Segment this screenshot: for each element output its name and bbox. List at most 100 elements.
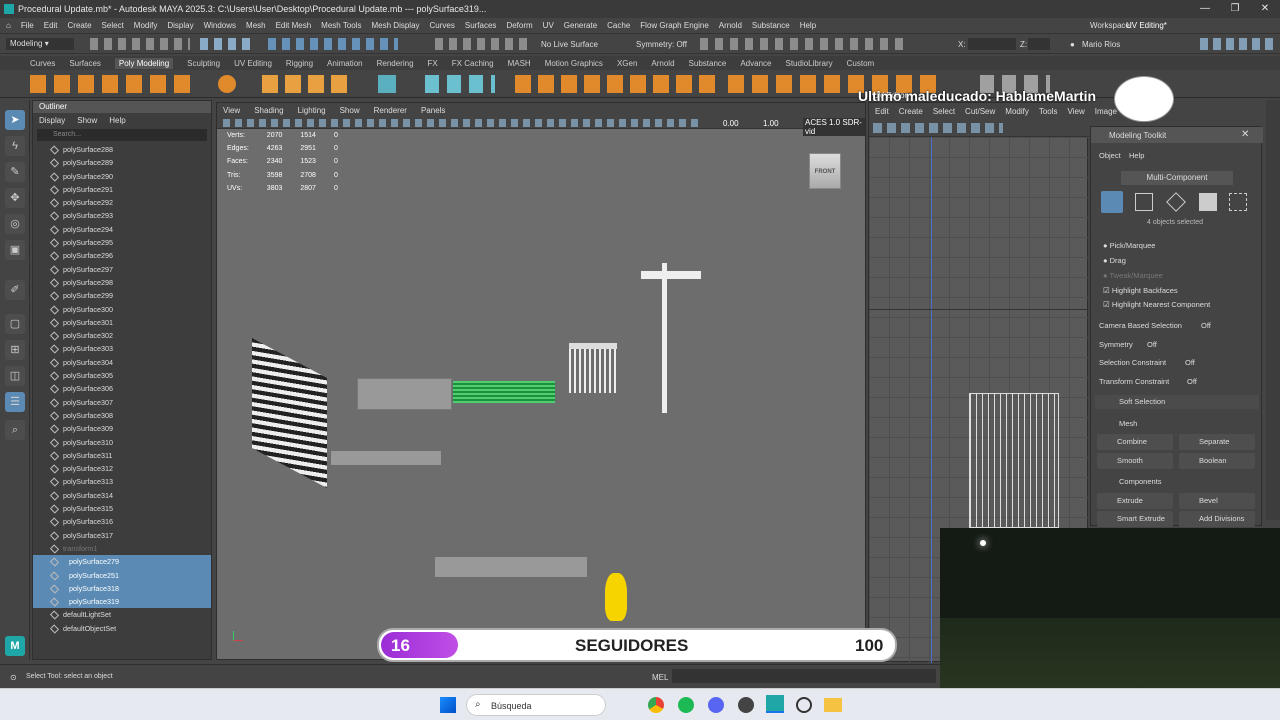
face-mode-icon[interactable] [1199,193,1217,211]
shelf-tab-xgen[interactable]: XGen [617,59,637,68]
z-input[interactable] [1028,38,1050,50]
toolkit-menu-help[interactable]: Help [1129,151,1144,160]
menu-display[interactable]: Display [167,21,193,30]
utility-pole-mesh[interactable] [662,263,667,413]
outliner-item[interactable]: polySurface313 [33,475,211,488]
combine-button[interactable]: Combine [1097,434,1173,450]
outliner-item-selected[interactable]: polySurface279 [33,555,211,569]
paint-select-icon[interactable]: ✎ [5,162,25,182]
shelf-tab-rigging[interactable]: Rigging [286,59,313,68]
app-icon[interactable] [796,697,812,713]
camera-based-selection-select[interactable]: Off [1201,321,1211,330]
edit-mesh-icons[interactable] [515,75,720,93]
maya-taskbar-icon[interactable] [766,695,784,713]
spotify-icon[interactable] [678,697,694,713]
shelf-tab-mash[interactable]: MASH [508,59,531,68]
outliner-item[interactable]: polySurface300 [33,303,211,316]
drag-radio[interactable]: ● Drag [1103,256,1126,265]
shelf-tab-motion-graphics[interactable]: Motion Graphics [545,59,603,68]
outliner-item[interactable]: polySurface296 [33,249,211,262]
outliner-item[interactable]: polySurface299 [33,289,211,302]
panel-layout-icons[interactable] [1200,38,1274,50]
shelf-tab-poly-modeling[interactable]: Poly Modeling [114,57,174,69]
chrome-icon[interactable] [648,697,664,713]
lasso-tool-icon[interactable]: ϟ [5,136,25,156]
uv-mode-icon[interactable] [1229,193,1247,211]
transform-constraint-select[interactable]: Off [1187,377,1197,386]
smooth-button[interactable]: Smooth [1097,453,1173,469]
uv-menu-edit[interactable]: Edit [875,107,889,116]
text-svg-icons[interactable] [262,75,352,93]
outliner-item[interactable]: polySurface316 [33,515,211,528]
colorspace-select[interactable]: ACES 1.0 SDR-vid [803,118,865,136]
wall-mesh[interactable] [357,378,452,410]
selection-mode-icons[interactable] [200,38,250,50]
outliner-menu-show[interactable]: Show [77,116,97,125]
menu-mesh[interactable]: Mesh [246,21,266,30]
menu-substance[interactable]: Substance [752,21,790,30]
boolean-button[interactable]: Boolean [1179,453,1255,469]
sphere-icon[interactable] [218,75,236,93]
shelf-tab-arnold[interactable]: Arnold [651,59,674,68]
shelf-tab-curves[interactable]: Curves [30,59,55,68]
shelf-tab-animation[interactable]: Animation [327,59,363,68]
outliner-item-selected[interactable]: polySurface319 [33,595,211,609]
outliner-item[interactable]: polySurface317 [33,529,211,542]
outliner-item[interactable]: polySurface298 [33,276,211,289]
pick-marquee-radio[interactable]: ● Pick/Marquee [1103,241,1155,250]
menu-flow-graph[interactable]: Flow Graph Engine [640,21,708,30]
obs-icon[interactable] [738,697,754,713]
outliner-item[interactable]: polySurface308 [33,409,211,422]
outliner-item[interactable]: polySurface309 [33,422,211,435]
menu-edit[interactable]: Edit [44,21,58,30]
search-icon[interactable]: ⌕ [5,420,25,440]
home-icon[interactable]: ⌂ [6,21,11,30]
menu-cache[interactable]: Cache [607,21,630,30]
stairs-mesh[interactable] [252,338,327,488]
uv-menu-tools[interactable]: Tools [1039,107,1058,116]
menu-edit-mesh[interactable]: Edit Mesh [276,21,312,30]
ground-plane-mesh[interactable] [435,557,587,577]
windows-start-icon[interactable] [440,697,456,713]
symmetry-select[interactable]: Symmetry: Off [636,40,687,49]
last-tool-icon[interactable]: ✐ [5,280,25,300]
outliner-item[interactable]: polySurface311 [33,449,211,462]
command-language[interactable]: MEL [652,673,668,682]
outliner-search-input[interactable]: Search... [37,129,207,141]
vp-menu-lighting[interactable]: Lighting [298,106,326,115]
vp-menu-panels[interactable]: Panels [421,106,445,115]
menu-help[interactable]: Help [800,21,816,30]
scale-tool-icon[interactable]: ▣ [5,240,25,260]
menu-file[interactable]: File [21,21,34,30]
user-avatar-icon[interactable]: ● [1070,40,1075,49]
selection-constraint-select[interactable]: Off [1185,358,1195,367]
outliner-item[interactable]: polySurface310 [33,436,211,449]
exposure-value[interactable]: 0.00 [723,119,739,128]
shelf-tab-studiolibrary[interactable]: StudioLibrary [785,59,832,68]
outliner-item[interactable]: polySurface314 [33,489,211,502]
outliner-item[interactable]: polySurface293 [33,209,211,222]
maximize-icon[interactable]: ❐ [1220,0,1250,18]
symmetry-toolkit-select[interactable]: Off [1147,340,1157,349]
uv-menu-modify[interactable]: Modify [1005,107,1029,116]
menu-curves[interactable]: Curves [430,21,455,30]
layout-four-icon[interactable]: ⊞ [5,340,25,360]
render-tools-icons[interactable] [700,38,910,50]
separate-button[interactable]: Separate [1179,434,1255,450]
menu-modify[interactable]: Modify [134,21,158,30]
close-icon[interactable]: ✕ [1250,0,1280,18]
uv-toolbar-icons[interactable] [873,123,1003,133]
shelf-tab-advance[interactable]: Advance [740,59,771,68]
shelf-tab-sculpting[interactable]: Sculpting [187,59,220,68]
object-mode-icon[interactable] [1101,191,1123,213]
shelf-tab-fx[interactable]: FX [428,59,438,68]
live-surface-label[interactable]: No Live Surface [541,40,598,49]
uv-shells[interactable] [969,393,1059,528]
file-tools-icons[interactable] [90,38,190,50]
menu-deform[interactable]: Deform [506,21,532,30]
toolkit-close-icon[interactable]: ✕ [1241,129,1249,140]
viewport-toolbar-icons[interactable] [223,119,703,127]
extrude-button[interactable]: Extrude [1097,493,1173,509]
uv-menu-create[interactable]: Create [899,107,923,116]
outliner-item[interactable]: polySurface302 [33,329,211,342]
